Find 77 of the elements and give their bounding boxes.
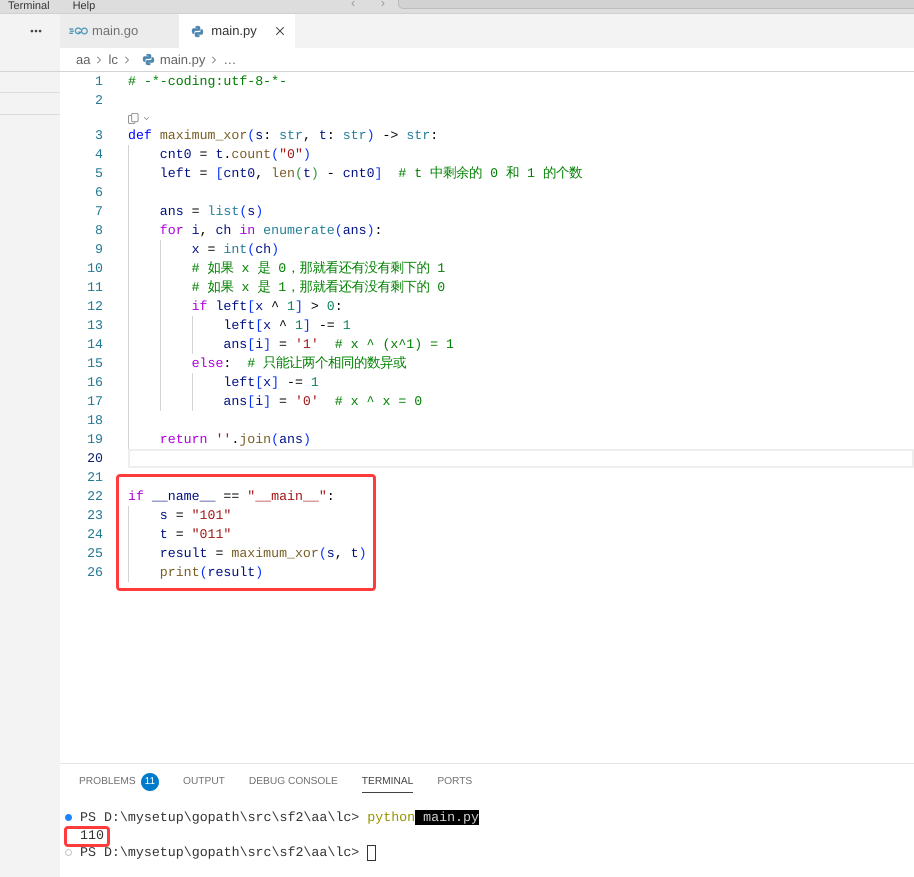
code-line: for i, ch in enumerate(ans): — [160, 222, 382, 240]
panel-tab-label: DEBUG CONSOLE — [248, 774, 338, 789]
line-number: 6 — [94, 184, 103, 202]
line-number: 1 — [94, 73, 103, 91]
code-line: if __name__ == "__main__": — [128, 488, 335, 506]
code-line: # 如果 x 是 1，那就看还有没有剩下的 0 — [192, 278, 446, 297]
terminal-command: PS D:\mysetup\gopath\src\sf2\aa\lc> — [80, 844, 360, 862]
line-number: 19 — [86, 431, 103, 449]
breadcrumb-item[interactable]: main.py — [160, 50, 206, 70]
code-line: return ''.join(ans) — [160, 431, 311, 449]
code-line: ans[i] = '1' # x ^ (x^1) = 1 — [223, 336, 454, 354]
editor-tab[interactable]: main.py — [179, 14, 295, 48]
line-number: 20 — [86, 450, 103, 468]
panel-tab-label: OUTPUT — [183, 774, 225, 789]
line-number: 22 — [86, 488, 103, 506]
panel-tab[interactable]: DEBUG CONSOLE — [248, 771, 338, 793]
code-line: # 如果 x 是 0，那就看还有没有剩下的 1 — [192, 260, 446, 278]
count-badge: 11 — [140, 772, 160, 790]
panel-tab-label: PROBLEMS — [79, 774, 136, 789]
code-line: # -*-coding:utf-8-*- — [128, 73, 288, 91]
panel-tab-label: PORTS — [437, 774, 472, 789]
line-number: 12 — [86, 298, 103, 316]
breadcrumb-item[interactable]: lc — [108, 50, 118, 70]
menu-item[interactable]: Help — [72, 0, 96, 13]
breadcrumb-item[interactable]: … — [223, 50, 236, 70]
status-ring-icon[interactable] — [65, 849, 72, 856]
breadcrumb-item[interactable]: aa — [76, 50, 90, 70]
line-number: 2 — [94, 92, 103, 110]
terminal-output: 110 — [80, 826, 104, 844]
code-line: left[x ^ 1] -= 1 — [223, 317, 351, 335]
code-line: else: # 只能让两个相同的数异或 — [192, 354, 406, 373]
line-number: 24 — [86, 526, 103, 544]
code-line: ans[i] = '0' # x ^ x = 0 — [223, 393, 422, 411]
panel-tab-label: TERMINAL — [362, 774, 414, 789]
line-number: 17 — [86, 393, 103, 411]
code-line: s = "101" — [160, 507, 232, 525]
stacked-pages-icon[interactable] — [128, 112, 139, 124]
line-number: 15 — [86, 355, 103, 373]
code-line: x = int(ch) — [192, 241, 280, 259]
file-type-icon — [191, 24, 204, 38]
code-line: if left[x ^ 1] > 0: — [192, 298, 343, 316]
code-line: def maximum_xor(s: str, t: str) -> str: — [128, 127, 438, 145]
panel-tab[interactable]: TERMINAL — [362, 771, 414, 793]
panel-tab[interactable]: PORTS — [437, 771, 472, 793]
file-type-icon — [69, 26, 88, 36]
editor-tab[interactable]: main.go — [60, 14, 180, 48]
line-number: 21 — [86, 469, 103, 487]
code-line: t = "011" — [160, 526, 232, 544]
line-number: 14 — [86, 336, 103, 354]
line-number: 13 — [86, 317, 103, 335]
line-number: 10 — [86, 260, 103, 278]
line-number: 11 — [86, 279, 103, 297]
panel-tab[interactable]: PROBLEMS 11 — [79, 771, 160, 793]
panel-tab[interactable]: OUTPUT — [183, 771, 225, 793]
line-number: 5 — [94, 165, 103, 183]
code-line: ans = list(s) — [160, 203, 264, 221]
line-number: 8 — [94, 222, 103, 240]
code-line: print(result) — [160, 564, 264, 582]
line-number: 18 — [86, 412, 103, 430]
search-field[interactable] — [398, 0, 914, 9]
tab-label: main.py — [211, 22, 257, 40]
code-line: cnt0 = t.count("0") — [160, 146, 311, 164]
code-line: left[x] -= 1 — [223, 374, 319, 392]
code-line: result = maximum_xor(s, t) — [160, 545, 367, 563]
line-number: 7 — [94, 203, 103, 221]
line-number: 26 — [86, 564, 103, 582]
line-number: 23 — [86, 507, 103, 525]
line-number: 16 — [86, 374, 103, 392]
menu-item[interactable]: Terminal — [8, 0, 50, 13]
line-number: 4 — [94, 146, 103, 164]
terminal-command: PS D:\mysetup\gopath\src\sf2\aa\lc> python main.py — [80, 809, 479, 826]
line-number: 25 — [86, 545, 103, 563]
code-line: left = [cnt0, len(t) - cnt0] # t 中剩余的 0 和 1 的个数 — [160, 164, 582, 183]
tab-label: main.go — [92, 22, 138, 40]
file-type-icon — [142, 53, 155, 66]
line-number: 3 — [94, 127, 103, 145]
line-number: 9 — [94, 241, 103, 259]
